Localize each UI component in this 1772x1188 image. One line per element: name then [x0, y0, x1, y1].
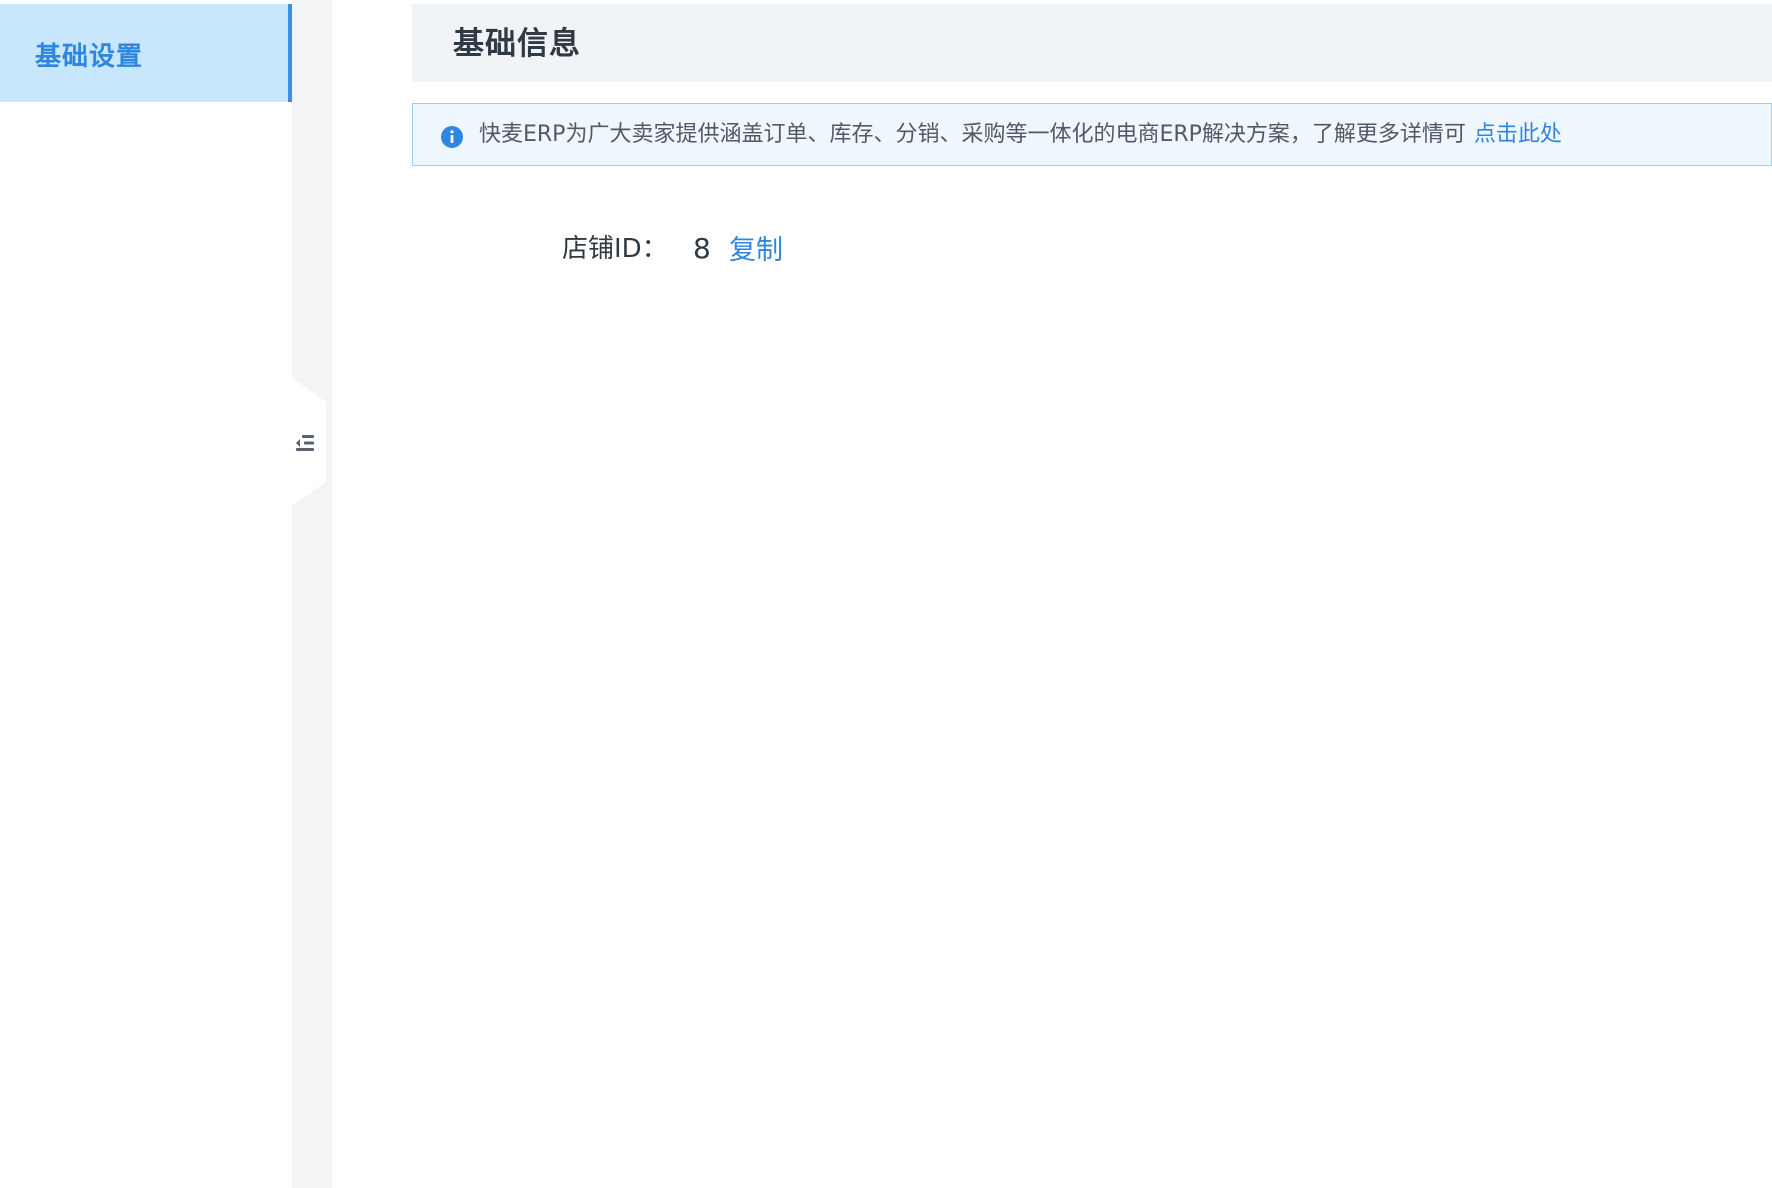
collapse-menu-icon — [296, 435, 314, 451]
store-id-label: 店铺ID： — [562, 234, 668, 264]
sidebar: 基础设置 — [0, 0, 292, 1188]
app-root: 基础设置 基础信息 快麦ERP为广大卖家提供涵盖订单、库存、分销、采购等一体化的… — [0, 0, 1772, 1188]
copy-store-id-button[interactable]: 复制 — [729, 234, 783, 268]
section-title: 基础信息 — [453, 26, 581, 62]
main-content: 基础信息 快麦ERP为广大卖家提供涵盖订单、库存、分销、采购等一体化的电商ERP… — [332, 0, 1772, 1188]
sidebar-gutter — [292, 0, 332, 1188]
section-header: 基础信息 — [412, 4, 1772, 82]
store-id-value: 8 — [693, 232, 711, 265]
sidebar-item-label: 基础设置 — [35, 42, 144, 72]
sidebar-collapse-handle[interactable] — [292, 378, 326, 506]
info-alert: 快麦ERP为广大卖家提供涵盖订单、库存、分销、采购等一体化的电商ERP解决方案，… — [412, 103, 1772, 166]
info-icon — [441, 126, 463, 148]
info-message-text: 快麦ERP为广大卖家提供涵盖订单、库存、分销、采购等一体化的电商ERP解决方案，… — [479, 122, 1466, 147]
info-more-link[interactable]: 点击此处 — [1474, 122, 1562, 147]
info-message: 快麦ERP为广大卖家提供涵盖订单、库存、分销、采购等一体化的电商ERP解决方案，… — [479, 120, 1562, 150]
sidebar-item-basic-settings[interactable]: 基础设置 — [0, 4, 292, 102]
